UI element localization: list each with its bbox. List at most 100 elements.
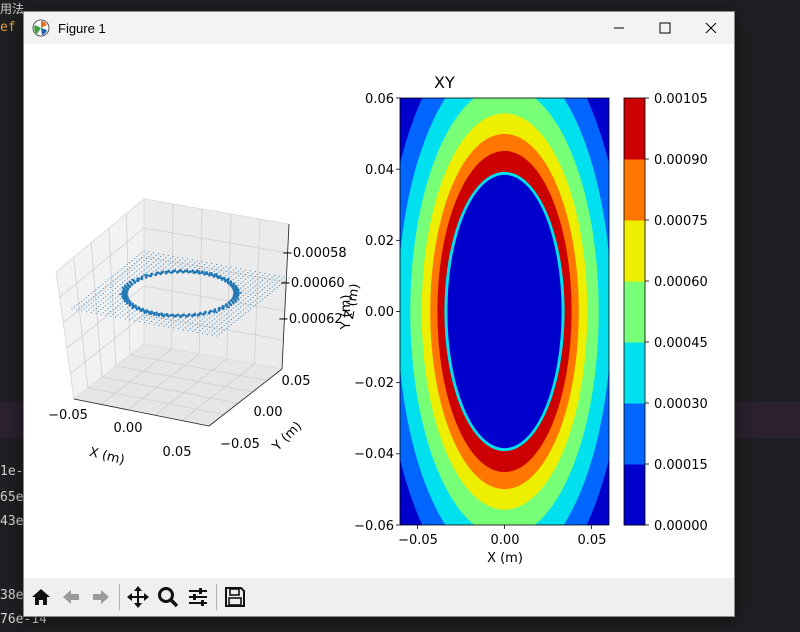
scatter-point <box>182 257 184 259</box>
scatter-point <box>216 316 218 318</box>
scatter-point <box>121 267 123 269</box>
scatter-point <box>218 266 220 268</box>
scatter-point <box>165 323 167 325</box>
scatter-point <box>134 310 136 312</box>
scatter-point <box>209 326 211 329</box>
scatter-point <box>213 265 215 267</box>
figure-canvas[interactable]: −0.05 0.00 0.05 X (m) −0.05 0.00 0.05 Y … <box>24 44 734 578</box>
scatter-point <box>191 264 193 266</box>
scatter-point <box>117 271 119 273</box>
window-title: Figure 1 <box>58 20 106 36</box>
scatter-point <box>259 291 261 293</box>
scatter-point <box>230 309 232 311</box>
minimize-icon <box>614 27 624 29</box>
title-bar[interactable]: Figure 1 <box>24 12 734 44</box>
scatter-point <box>225 265 227 267</box>
scatter-point <box>153 257 155 259</box>
scatter-point <box>145 267 148 269</box>
scatter-point <box>182 262 184 264</box>
scatter-point <box>100 294 102 296</box>
scatter-point <box>124 313 126 315</box>
scatter-point <box>121 277 124 279</box>
scatter-point <box>192 321 194 323</box>
scatter-point <box>170 324 172 326</box>
scatter-point <box>194 324 196 326</box>
scatter-point <box>187 325 189 327</box>
scatter-point <box>232 294 236 298</box>
scatter-point <box>240 311 242 313</box>
scatter-point <box>134 315 136 317</box>
scatter-point <box>148 322 150 324</box>
scatter-point <box>247 276 249 279</box>
scatter-point <box>97 296 100 298</box>
scatter-point <box>158 324 160 326</box>
save-button[interactable] <box>220 582 250 612</box>
scatter-point <box>122 310 124 312</box>
scatter-point <box>172 260 174 262</box>
scatter-point <box>97 287 99 289</box>
scatter-point <box>110 301 112 303</box>
forward-button[interactable] <box>86 582 116 612</box>
pan-button[interactable] <box>123 582 153 612</box>
scatter-point <box>230 266 232 268</box>
contour-plot: XY 0.06 0.04 0.02 0.00 −0.02 −0.04 −0.06… <box>339 73 610 566</box>
scatter-point <box>271 290 273 293</box>
scatter-point <box>97 291 99 294</box>
scatter-point <box>245 312 247 314</box>
scatter-point <box>129 309 131 311</box>
scatter-point <box>228 325 230 327</box>
scatter-point <box>199 315 201 317</box>
scatter-point <box>129 319 131 321</box>
plot3d-xtick: −0.05 <box>48 408 88 423</box>
scatter-point <box>131 269 133 271</box>
scatter-point <box>109 287 112 289</box>
scatter-point <box>206 314 208 316</box>
home-button[interactable] <box>26 582 56 612</box>
scatter-point <box>269 288 271 290</box>
scatter-point <box>218 323 220 326</box>
scatter-point <box>177 261 179 263</box>
colorbar-band <box>624 98 645 160</box>
minimize-button[interactable] <box>596 12 642 44</box>
configure-button[interactable] <box>183 582 213 612</box>
scatter-point <box>261 279 264 281</box>
scatter-point <box>230 314 232 316</box>
scatter-point <box>114 287 116 290</box>
scatter-point <box>172 322 175 324</box>
scatter-point <box>220 269 222 271</box>
maximize-button[interactable] <box>642 12 688 44</box>
scatter-point <box>177 328 179 330</box>
scatter-point <box>170 271 173 274</box>
scatter-point <box>252 292 254 294</box>
scatter-point <box>237 279 239 282</box>
scatter-point <box>117 295 119 297</box>
scatter-point <box>73 306 75 308</box>
scatter-point <box>211 325 213 327</box>
contour-xtick: −0.05 <box>398 533 438 548</box>
scatter-point <box>129 266 131 268</box>
scatter-point <box>167 264 169 266</box>
scatter-point <box>240 282 242 284</box>
scatter-point <box>235 319 237 322</box>
scatter-point <box>128 304 132 307</box>
scatter-point <box>204 326 206 328</box>
scatter-point <box>274 289 276 291</box>
scatter-point <box>189 261 191 263</box>
back-button[interactable] <box>56 582 86 612</box>
scatter-point <box>199 329 201 332</box>
scatter-point <box>206 266 208 269</box>
scatter-point <box>100 290 102 292</box>
close-button[interactable] <box>688 12 734 44</box>
scatter-point <box>201 332 204 334</box>
scatter-point <box>172 265 174 267</box>
scatter-point <box>211 267 213 269</box>
scatter-point <box>90 292 92 295</box>
scatter-point <box>192 330 194 333</box>
zoom-button[interactable] <box>153 582 183 612</box>
scatter-point <box>119 274 121 276</box>
scatter-point <box>257 293 259 295</box>
scatter-point <box>223 329 225 331</box>
scatter-point <box>249 275 251 277</box>
scatter-point <box>234 284 238 288</box>
scatter-point <box>127 316 129 318</box>
